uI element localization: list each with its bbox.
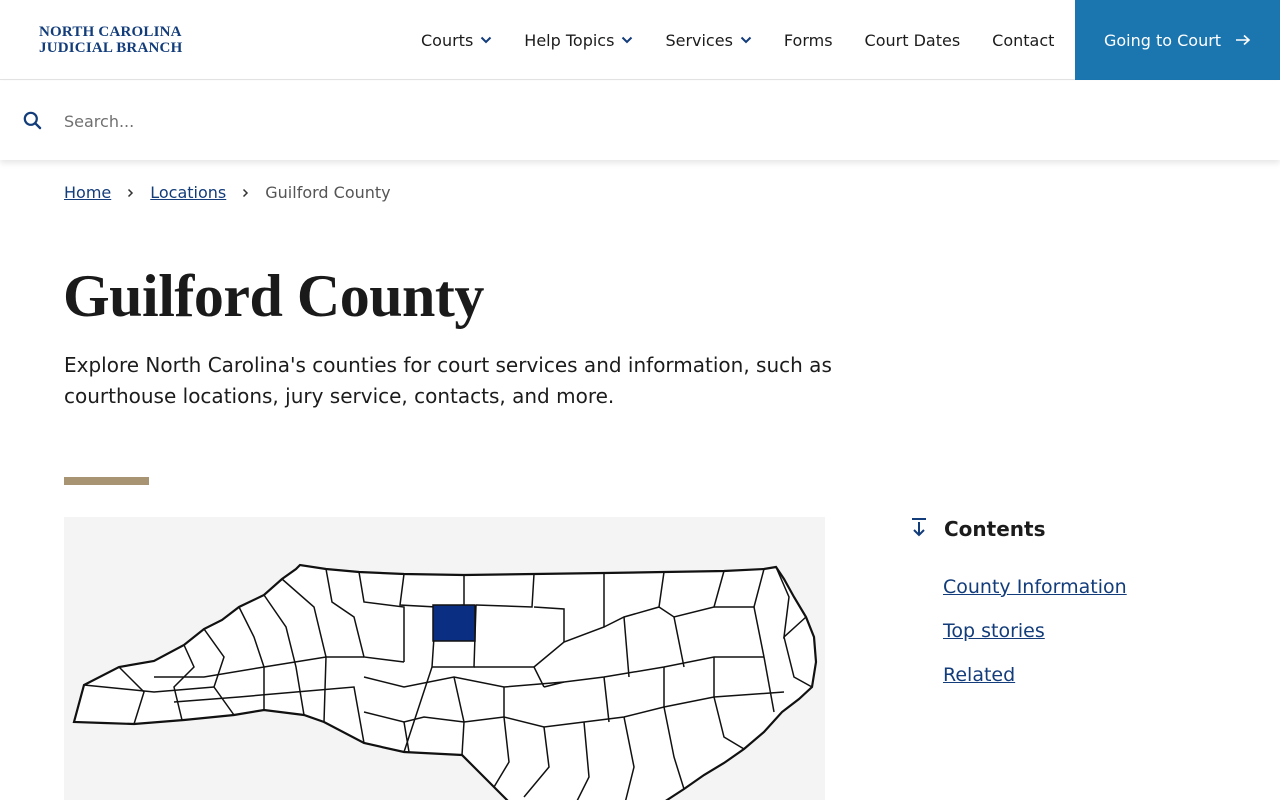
nav-contact[interactable]: Contact bbox=[992, 31, 1054, 50]
nav-court-dates[interactable]: Court Dates bbox=[865, 31, 961, 50]
nav-services-label: Services bbox=[665, 30, 733, 50]
list-item: County Information bbox=[943, 576, 1127, 600]
site-header: NORTH CAROLINA JUDICIAL BRANCH Courts He… bbox=[0, 0, 1280, 80]
nav-forms[interactable]: Forms bbox=[784, 31, 833, 50]
site-logo[interactable]: NORTH CAROLINA JUDICIAL BRANCH bbox=[39, 24, 182, 56]
nav-help-topics-label: Help Topics bbox=[524, 30, 615, 50]
contents-header: Contents bbox=[910, 517, 1045, 541]
state-outline bbox=[72, 563, 818, 800]
nav-help-topics[interactable]: Help Topics bbox=[524, 31, 633, 50]
breadcrumb-home[interactable]: Home bbox=[64, 183, 111, 202]
contents-link-related[interactable]: Related bbox=[943, 664, 1015, 686]
nav-contact-label: Contact bbox=[992, 30, 1055, 50]
chevron-down-icon bbox=[740, 36, 752, 44]
going-to-court-label: Going to Court bbox=[1103, 30, 1222, 50]
nav-forms-label: Forms bbox=[783, 30, 833, 50]
logo-line-1: NORTH CAROLINA bbox=[39, 24, 182, 40]
contents-link-top-stories[interactable]: Top stories bbox=[943, 620, 1045, 642]
arrow-right-icon bbox=[1235, 34, 1251, 46]
search-bar bbox=[0, 81, 1280, 160]
page-title: Guilford County bbox=[63, 263, 484, 329]
nav-courts-label: Courts bbox=[421, 30, 474, 50]
nav-courts[interactable]: Courts bbox=[421, 31, 492, 50]
nc-state-map bbox=[72, 563, 818, 800]
breadcrumb-locations[interactable]: Locations bbox=[150, 183, 226, 202]
list-item: Top stories bbox=[943, 620, 1127, 644]
search-input[interactable] bbox=[64, 105, 1214, 137]
breadcrumb-current: Guilford County bbox=[265, 183, 391, 202]
chevron-down-icon bbox=[480, 36, 492, 44]
going-to-court-button[interactable]: Going to Court bbox=[1075, 0, 1280, 80]
chevron-down-icon bbox=[621, 36, 633, 44]
nav-services[interactable]: Services bbox=[665, 30, 752, 50]
chevron-right-icon bbox=[127, 188, 134, 198]
logo-line-2: JUDICIAL BRANCH bbox=[39, 40, 183, 56]
accent-divider bbox=[64, 477, 149, 485]
nav-court-dates-label: Court Dates bbox=[864, 30, 961, 50]
list-item: Related bbox=[943, 664, 1127, 688]
main-nav: Courts Help Topics Services Forms Court … bbox=[405, 0, 1070, 80]
contents-title: Contents bbox=[944, 517, 1046, 541]
contents-link-county-information[interactable]: County Information bbox=[943, 576, 1127, 598]
page-intro: Explore North Carolina's counties for co… bbox=[64, 353, 832, 408]
contents-list: County Information Top stories Related bbox=[943, 576, 1127, 708]
chevron-right-icon bbox=[242, 188, 249, 198]
guilford-county-highlight bbox=[432, 604, 476, 642]
search-icon[interactable] bbox=[23, 111, 42, 134]
county-map bbox=[64, 517, 825, 800]
breadcrumb: Home Locations Guilford County bbox=[64, 183, 391, 202]
arrow-down-to-line-icon bbox=[910, 517, 928, 541]
